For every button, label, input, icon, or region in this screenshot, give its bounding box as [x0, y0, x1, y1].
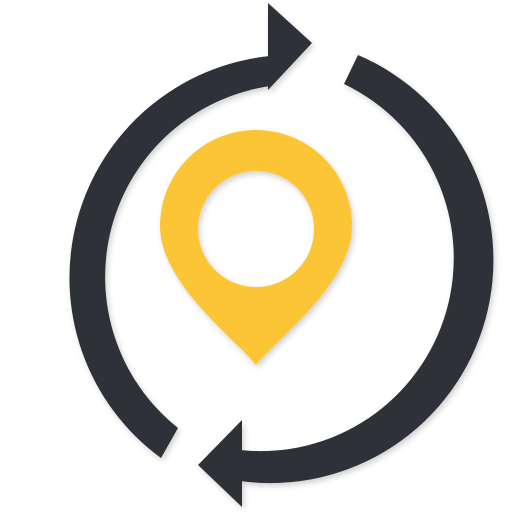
refresh-arc-bottom — [240, 55, 494, 484]
refresh-arrowhead-top — [268, 3, 312, 90]
location-sync-icon — [69, 3, 494, 507]
refresh-arrow-bottom-icon — [198, 55, 494, 507]
location-pin-icon — [160, 130, 352, 365]
location-sync-app-icon — [0, 0, 512, 512]
refresh-arrowhead-bottom — [198, 420, 242, 507]
location-pin-body — [160, 130, 352, 365]
